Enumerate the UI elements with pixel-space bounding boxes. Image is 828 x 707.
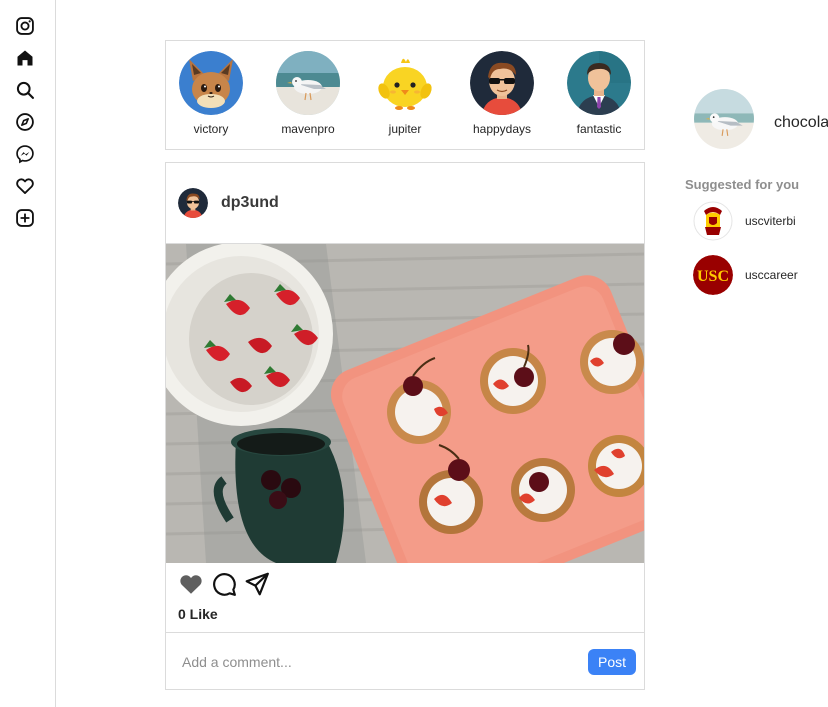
story-username: happydays	[472, 122, 532, 136]
story-avatar-businessman[interactable]	[567, 51, 631, 115]
story-username: victory	[193, 122, 229, 136]
suggested-title: Suggested for you	[685, 177, 800, 192]
story-fantastic[interactable]: fantastic	[559, 51, 639, 136]
post-author-username[interactable]: dp3und	[221, 194, 279, 212]
likes-count: 0 Like	[178, 606, 218, 622]
comment-input[interactable]	[182, 651, 562, 673]
story-avatar-sunglasses-man[interactable]	[470, 51, 534, 115]
suggestion-username: uscviterbi	[745, 214, 796, 228]
suggestion-item[interactable]: USC usccareer	[693, 255, 828, 295]
post-photo	[166, 244, 644, 563]
post-comment-button[interactable]: Post	[588, 649, 636, 675]
stories-bar: victory mavenpro jupiter happydays fanta…	[165, 40, 645, 150]
explore-compass-icon[interactable]	[15, 112, 35, 132]
search-icon[interactable]	[15, 80, 35, 100]
comment-bar: Post	[166, 632, 644, 689]
suggestion-item[interactable]: uscviterbi	[693, 201, 828, 241]
uscviterbi-avatar[interactable]	[693, 201, 733, 241]
current-user-avatar[interactable]	[694, 89, 754, 149]
story-victory[interactable]: victory	[171, 51, 251, 136]
post-author-avatar[interactable]	[178, 188, 208, 218]
sidebar	[0, 0, 56, 707]
story-username: mavenpro	[281, 122, 335, 136]
share-send-icon[interactable]	[244, 571, 270, 597]
current-user-name[interactable]: chocolate	[774, 114, 828, 132]
story-jupiter[interactable]: jupiter	[365, 51, 445, 136]
comment-bubble-icon[interactable]	[211, 571, 237, 597]
story-username: jupiter	[388, 122, 422, 136]
story-avatar-chick[interactable]	[373, 51, 437, 115]
story-username: fantastic	[576, 122, 622, 136]
usc-logo-avatar[interactable]: USC	[693, 255, 733, 295]
svg-text:USC: USC	[697, 268, 729, 285]
story-mavenpro[interactable]: mavenpro	[268, 51, 348, 136]
like-heart-icon[interactable]	[178, 571, 204, 597]
instagram-icon[interactable]	[15, 16, 35, 36]
story-avatar-eevee[interactable]	[179, 51, 243, 115]
suggestion-username: usccareer	[745, 268, 798, 282]
feed-post: dp3und 0 Like Add a comment... Post	[165, 162, 645, 690]
post-header: dp3und	[166, 163, 644, 244]
story-avatar-seagull[interactable]	[276, 51, 340, 115]
messenger-icon[interactable]	[15, 144, 35, 164]
heart-icon[interactable]	[15, 176, 35, 196]
add-post-icon[interactable]	[15, 208, 35, 228]
home-icon[interactable]	[15, 48, 35, 68]
story-happydays[interactable]: happydays	[462, 51, 542, 136]
